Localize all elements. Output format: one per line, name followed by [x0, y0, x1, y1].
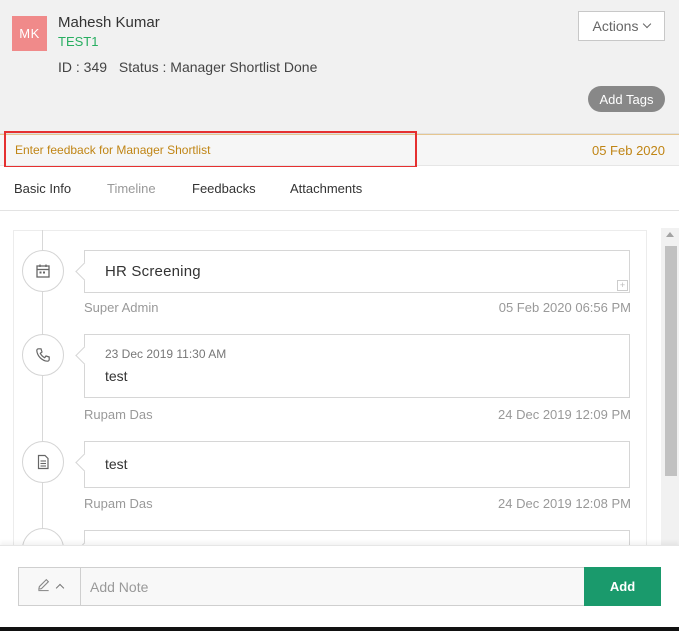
add-note-input[interactable] [81, 568, 585, 605]
feedback-date: 05 Feb 2020 [591, 143, 665, 158]
timeline-timestamp: 24 Dec 2019 12:08 PM [498, 496, 631, 511]
feedback-bar: Enter feedback for Manager Shortlist 05 … [0, 131, 679, 168]
note-type-selector[interactable] [19, 568, 81, 605]
timeline-timestamp: 05 Feb 2020 06:56 PM [498, 300, 631, 315]
pencil-icon [36, 577, 51, 597]
candidate-id: ID : 349 [58, 59, 108, 75]
timeline-card-text: test [105, 456, 128, 472]
tab-feedbacks[interactable]: Feedbacks [192, 181, 256, 196]
candidate-meta: ID : 349 Status : Manager Shortlist Done [58, 59, 325, 75]
actions-label: Actions [592, 18, 639, 34]
note-composer: Add [18, 567, 661, 606]
timeline-author: Rupam Das [84, 407, 153, 422]
timeline-area[interactable]: HR Screening + Super Admin 05 Feb 2020 0… [0, 212, 679, 545]
enter-feedback-link[interactable]: Enter feedback for Manager Shortlist [4, 131, 417, 168]
scrollbar-thumb[interactable] [665, 246, 677, 476]
add-tags-button[interactable]: Add Tags [588, 86, 665, 112]
timeline-timestamp: 24 Dec 2019 12:09 PM [498, 407, 631, 422]
avatar: MK [12, 16, 47, 51]
calendar-icon [22, 250, 64, 292]
chevron-down-icon [643, 19, 652, 29]
timeline-card-title: HR Screening [105, 263, 201, 280]
timeline-card-subtitle: 23 Dec 2019 11:30 AM [105, 347, 227, 361]
candidate-panel: MK Mahesh Kumar TEST1 ID : 349 Status : … [0, 0, 679, 627]
actions-button[interactable]: Actions [578, 11, 665, 41]
expand-icon[interactable]: + [617, 280, 628, 291]
timeline-card[interactable] [84, 530, 630, 545]
document-icon [22, 441, 64, 483]
candidate-name: Mahesh Kumar [58, 14, 160, 31]
chevron-up-icon [55, 583, 65, 593]
timeline-card[interactable]: 23 Dec 2019 11:30 AM test [84, 334, 630, 398]
scroll-up-arrow-icon[interactable] [666, 232, 674, 237]
candidate-code: TEST1 [58, 34, 99, 49]
timeline-card[interactable]: test [84, 441, 630, 488]
timeline-card[interactable]: HR Screening + [84, 250, 630, 293]
tab-bar: Basic Info Timeline Feedbacks Attachment… [0, 167, 679, 211]
tab-attachments[interactable]: Attachments [290, 181, 362, 196]
timeline-author: Super Admin [84, 300, 159, 315]
note-bar: Add [0, 545, 679, 627]
candidate-header: MK Mahesh Kumar TEST1 ID : 349 Status : … [0, 0, 679, 134]
phone-icon [22, 334, 64, 376]
timeline-author: Rupam Das [84, 496, 153, 511]
candidate-status: Status : Manager Shortlist Done [118, 59, 318, 75]
tab-timeline[interactable]: Timeline [107, 181, 156, 196]
add-note-button[interactable]: Add [584, 567, 661, 606]
tab-basic-info[interactable]: Basic Info [14, 181, 71, 196]
timeline-card-text: test [105, 368, 128, 384]
